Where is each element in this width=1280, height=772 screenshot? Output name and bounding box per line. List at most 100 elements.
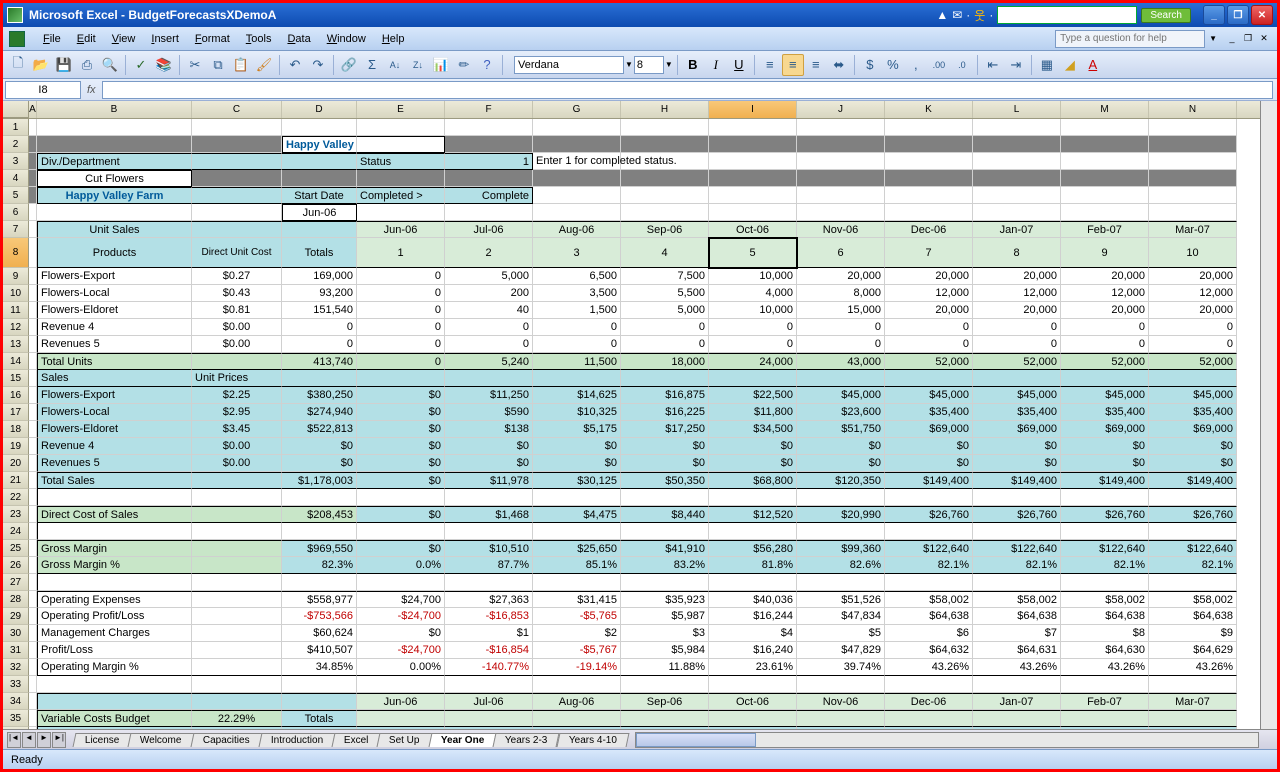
tab-last-icon[interactable]: ►|: [52, 732, 66, 748]
cell[interactable]: $25,650: [533, 540, 621, 557]
cell[interactable]: $27,363: [445, 591, 533, 608]
cell[interactable]: Happy Valley Farm: [37, 187, 192, 204]
cell[interactable]: [533, 187, 621, 204]
cell[interactable]: 0: [533, 336, 621, 353]
cell[interactable]: $0: [357, 421, 445, 438]
cell[interactable]: [192, 591, 282, 608]
cell[interactable]: [1149, 676, 1237, 693]
cell[interactable]: 12,000: [885, 285, 973, 302]
cell[interactable]: [533, 676, 621, 693]
cell[interactable]: 93,200: [282, 285, 357, 302]
cell[interactable]: [1149, 370, 1237, 387]
cell[interactable]: $51,526: [797, 591, 885, 608]
cell[interactable]: [29, 523, 37, 540]
cell[interactable]: $5,175: [533, 421, 621, 438]
maximize-button[interactable]: ❐: [1227, 5, 1249, 25]
cell[interactable]: $10,325: [533, 404, 621, 421]
cell[interactable]: 87.7%: [445, 557, 533, 574]
sheet-tab-welcome[interactable]: Welcome: [128, 733, 194, 747]
sheet-tab-excel[interactable]: Excel: [331, 733, 380, 747]
cell[interactable]: 7: [885, 238, 973, 268]
cell[interactable]: [192, 574, 282, 591]
cell[interactable]: $16,244: [709, 608, 797, 625]
cell[interactable]: [445, 523, 533, 540]
tab-first-icon[interactable]: |◄: [7, 732, 21, 748]
drawing-icon[interactable]: ✏: [453, 54, 475, 76]
row-header-30[interactable]: 30: [3, 625, 29, 642]
cell[interactable]: Flowers-Eldoret: [37, 302, 192, 319]
menu-help[interactable]: Help: [374, 31, 413, 47]
cell[interactable]: 1: [445, 153, 533, 170]
cell[interactable]: [709, 523, 797, 540]
cell[interactable]: 23.61%: [709, 659, 797, 676]
cell[interactable]: [885, 153, 973, 170]
row-header-4[interactable]: 4: [3, 170, 29, 187]
cell[interactable]: 52,000: [973, 353, 1061, 370]
cell[interactable]: [357, 676, 445, 693]
titlebar-search-button[interactable]: Search: [1141, 8, 1191, 23]
cell[interactable]: 82.3%: [282, 557, 357, 574]
cell[interactable]: 83.2%: [621, 557, 709, 574]
cell[interactable]: Feb-07: [1061, 221, 1149, 238]
cell[interactable]: Variable Costs: [37, 727, 192, 729]
cell[interactable]: Operating Profit/Loss: [37, 608, 192, 625]
col-header-L[interactable]: L: [973, 101, 1061, 118]
cell[interactable]: $2,663: [445, 727, 533, 729]
cell[interactable]: 10,000: [709, 302, 797, 319]
cell[interactable]: Oct-06: [709, 693, 797, 710]
cell[interactable]: [192, 187, 282, 204]
cell[interactable]: [192, 659, 282, 676]
cell[interactable]: [37, 574, 192, 591]
cell[interactable]: [797, 170, 885, 187]
cell[interactable]: $33,302: [973, 727, 1061, 729]
cell[interactable]: [621, 574, 709, 591]
cell[interactable]: $0: [533, 438, 621, 455]
cell[interactable]: [357, 710, 445, 727]
cell[interactable]: 5,000: [445, 268, 533, 285]
cell[interactable]: [29, 153, 37, 170]
cell[interactable]: $50,350: [621, 472, 709, 489]
cell[interactable]: [885, 676, 973, 693]
cell[interactable]: Oct-06: [709, 221, 797, 238]
cell[interactable]: 0: [282, 319, 357, 336]
cell[interactable]: $122,640: [1061, 540, 1149, 557]
cell[interactable]: $33,302: [1149, 727, 1237, 729]
col-header-C[interactable]: C: [192, 101, 282, 118]
cell[interactable]: 34.85%: [282, 659, 357, 676]
cell[interactable]: 20,000: [973, 302, 1061, 319]
cell[interactable]: 0: [885, 319, 973, 336]
cell[interactable]: [37, 693, 192, 710]
cell[interactable]: [37, 204, 192, 221]
cell[interactable]: [445, 170, 533, 187]
sheet-tab-year-one[interactable]: Year One: [428, 733, 496, 747]
cell[interactable]: 40: [445, 302, 533, 319]
col-header-D[interactable]: D: [282, 101, 357, 118]
cell[interactable]: 82.1%: [1061, 557, 1149, 574]
cell[interactable]: 0: [885, 336, 973, 353]
cell[interactable]: 6,500: [533, 268, 621, 285]
menu-data[interactable]: Data: [279, 31, 318, 47]
cell[interactable]: Variable %: [192, 727, 282, 729]
cell[interactable]: $0: [357, 404, 445, 421]
cell[interactable]: 10: [1149, 238, 1237, 268]
cell[interactable]: 20,000: [1149, 268, 1237, 285]
cell[interactable]: $68,800: [709, 472, 797, 489]
cell[interactable]: [709, 170, 797, 187]
cell[interactable]: Unit Sales: [37, 221, 192, 238]
cell[interactable]: 20,000: [885, 302, 973, 319]
cell[interactable]: $47,829: [797, 642, 885, 659]
cell[interactable]: $30,125: [533, 472, 621, 489]
cell[interactable]: Feb-07: [1061, 693, 1149, 710]
cell[interactable]: [29, 659, 37, 676]
cell[interactable]: Completed >: [357, 187, 445, 204]
cell[interactable]: Sep-06: [621, 221, 709, 238]
cell[interactable]: $58,002: [1149, 591, 1237, 608]
cell[interactable]: [885, 136, 973, 153]
cell[interactable]: [885, 574, 973, 591]
cell[interactable]: [1061, 676, 1149, 693]
spelling-icon[interactable]: ✓: [130, 54, 152, 76]
cell[interactable]: 0: [282, 336, 357, 353]
cell[interactable]: [282, 489, 357, 506]
cell[interactable]: [445, 136, 533, 153]
cell[interactable]: [445, 676, 533, 693]
